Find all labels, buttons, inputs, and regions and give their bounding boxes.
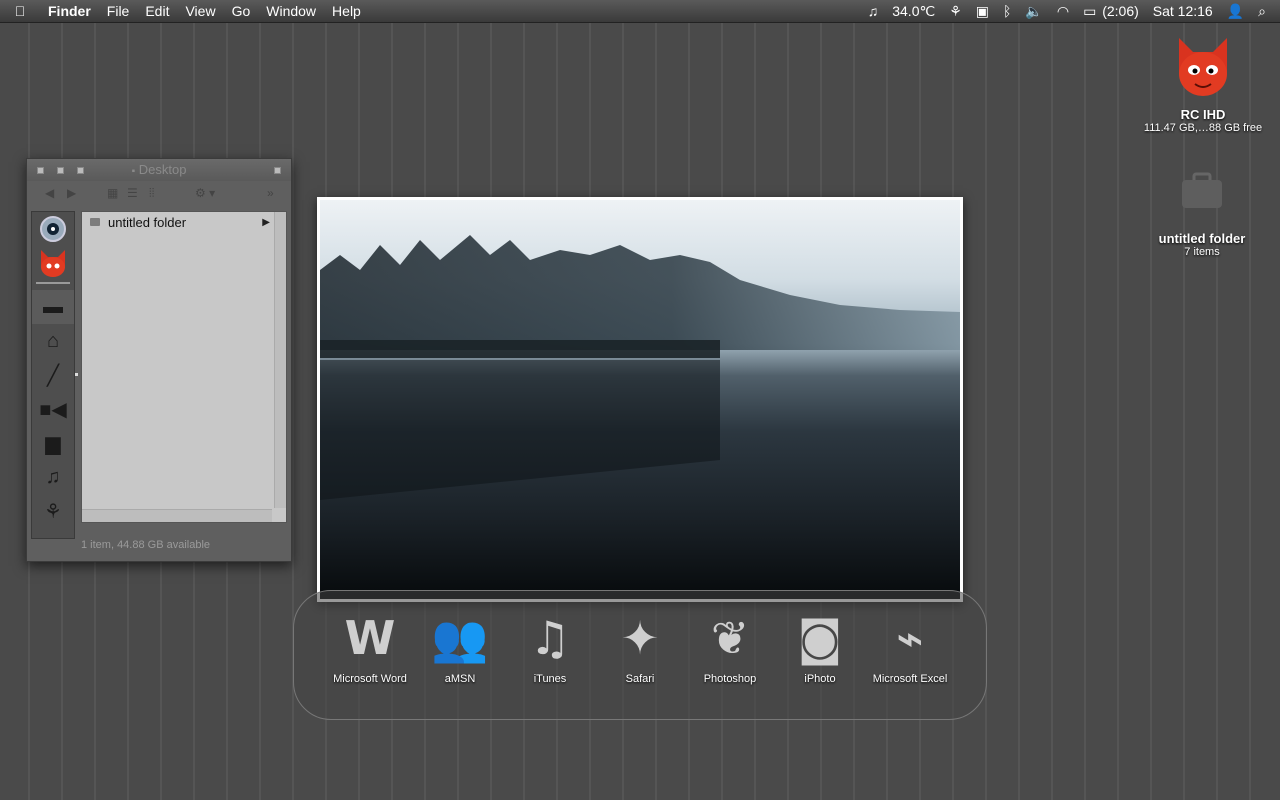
menu-file[interactable]: File <box>99 0 138 22</box>
sidebar-item-applications[interactable]: ╱ <box>32 358 74 392</box>
display-icon[interactable]: ▣ <box>969 0 996 22</box>
dock: W Microsoft Word 👥 aMSN ♫ iTunes ✦ Safar… <box>293 590 987 720</box>
iphoto-camera-icon: ◙ <box>797 611 843 665</box>
folder-icon: ▪ <box>131 166 136 177</box>
eye-disk-icon <box>40 216 66 242</box>
music-icon[interactable]: ♫ <box>861 0 886 22</box>
briefcase-icon <box>1182 172 1222 208</box>
menu-view[interactable]: View <box>177 0 223 22</box>
red-cat-icon <box>41 250 65 277</box>
dock-item-itunes[interactable]: ♫ iTunes <box>510 603 590 686</box>
menu-help[interactable]: Help <box>324 0 369 22</box>
music-note-icon: ♫ <box>45 465 61 488</box>
battery-indicator[interactable]: ▭ (2:06) <box>1076 0 1146 22</box>
spotlight-search-icon[interactable]: ⌕ <box>1251 0 1280 22</box>
dock-item-microsoft-excel[interactable]: ⌁ Microsoft Excel <box>870 603 950 686</box>
video-camera-icon: ■◀ <box>39 398 67 421</box>
finder-status-text: 1 item, 44.88 GB available <box>81 539 211 551</box>
bluetooth-icon[interactable]: ᛒ <box>996 0 1018 22</box>
dock-item-photoshop[interactable]: ❦ Photoshop <box>690 603 770 686</box>
red-cat-icon <box>1179 38 1227 96</box>
wifi-icon[interactable]: ◠ <box>1050 0 1076 22</box>
briefcase-icon: ▆ <box>45 432 61 455</box>
tree-silhouettes <box>320 235 960 500</box>
column-view-icon[interactable]: ⦙⦙ <box>149 186 154 201</box>
menu-go[interactable]: Go <box>224 0 259 22</box>
window-title: ▪ Desktop <box>27 162 291 177</box>
file-name: untitled folder <box>108 214 187 230</box>
volume-icon[interactable]: 🔈 <box>1018 0 1049 22</box>
disclosure-arrow-icon[interactable]: ▶ <box>262 217 270 228</box>
tulip-icon[interactable]: ⚘ <box>942 0 969 22</box>
menu-finder[interactable]: Finder <box>40 0 99 22</box>
safari-compass-icon: ✦ <box>620 611 660 665</box>
overflow-chevron-icon[interactable]: » <box>267 186 274 200</box>
menu-window[interactable]: Window <box>258 0 324 22</box>
window-title-text: Desktop <box>138 162 187 177</box>
toolbar-toggle-button[interactable] <box>274 167 281 174</box>
finder-sidebar: ▬ ⌂ ╱ ■◀ ▆ ♫ ⚘ <box>31 211 75 539</box>
menu-extras: ♫ 34.0℃ ⚘ ▣ ᛒ 🔈 ◠ ▭ (2:06) Sat 12:16 👤 ⌕ <box>861 0 1280 22</box>
dock-item-microsoft-word[interactable]: W Microsoft Word <box>330 603 410 686</box>
folder-icon <box>90 218 100 226</box>
tulip-icon: ⚘ <box>44 500 62 523</box>
menu-bar:  Finder File Edit View Go Window Help ♫… <box>0 0 1280 23</box>
home-icon: ⌂ <box>46 329 60 352</box>
itunes-music-note-icon: ♫ <box>529 611 571 665</box>
hard-drive-desktop-icon[interactable]: RC IHD 111.47 GB,…88 GB free <box>1140 34 1266 134</box>
dock-label: Microsoft Excel <box>872 673 948 685</box>
sidebar-item-pictures[interactable]: ⚘ <box>32 494 74 528</box>
desktop-icon: ▬ <box>43 295 63 318</box>
battery-icon: ▭ <box>1083 3 1097 19</box>
amsn-buddies-icon: 👥 <box>431 610 489 665</box>
microsoft-excel-icon: ⌁ <box>896 611 924 665</box>
microsoft-word-icon: W <box>344 611 396 665</box>
battery-time: (2:06) <box>1102 3 1139 19</box>
icon-view-icon[interactable]: ▦ <box>107 186 118 200</box>
dock-label: Safari <box>625 673 655 685</box>
hard-drive-label: RC IHD <box>1180 107 1226 122</box>
finder-file-list: untitled folder ▶ <box>81 211 287 523</box>
finder-toolbar: ◀ ▶ ▦ ☰ ⦙⦙ ⚙ ▾ » <box>27 181 291 207</box>
list-view-icon[interactable]: ☰ <box>127 186 138 200</box>
photoshop-feather-icon: ❦ <box>710 611 750 665</box>
foggy-lake-photo <box>320 200 960 599</box>
folder-label: untitled folder <box>1158 231 1246 246</box>
dock-label: Microsoft Word <box>333 673 407 685</box>
photo-frame <box>317 197 963 602</box>
menu-edit[interactable]: Edit <box>137 0 177 22</box>
vertical-scrollbar[interactable] <box>274 212 286 508</box>
dock-item-amsn[interactable]: 👥 aMSN <box>420 603 500 686</box>
user-icon[interactable]: 👤 <box>1220 0 1251 22</box>
clock[interactable]: Sat 12:16 <box>1146 0 1220 22</box>
list-item[interactable]: untitled folder ▶ <box>82 212 286 232</box>
back-arrow-icon[interactable]: ◀ <box>45 186 54 200</box>
hard-drive-info: 111.47 GB,…88 GB free <box>1143 122 1263 134</box>
dock-label: aMSN <box>444 673 476 685</box>
sidebar-item-disk[interactable] <box>32 212 74 246</box>
horizontal-scrollbar[interactable] <box>82 509 272 522</box>
folder-item-count: 7 items <box>1184 246 1220 258</box>
finder-titlebar[interactable]: ▪ Desktop <box>27 159 291 181</box>
temperature-readout[interactable]: 34.0℃ <box>885 0 942 22</box>
sidebar-item-movies[interactable]: ■◀ <box>32 392 74 426</box>
sidebar-item-hard-drive[interactable] <box>32 246 74 280</box>
dock-label: Photoshop <box>703 673 757 685</box>
sidebar-resize-handle[interactable] <box>75 373 78 376</box>
sidebar-item-documents[interactable]: ▆ <box>32 426 74 460</box>
action-gear-icon[interactable]: ⚙ ▾ <box>195 186 215 200</box>
sidebar-item-music[interactable]: ♫ <box>32 460 74 494</box>
dock-item-safari[interactable]: ✦ Safari <box>600 603 680 686</box>
sidebar-item-desktop[interactable]: ▬ <box>32 290 74 324</box>
apple-menu-icon[interactable]:  <box>0 3 40 19</box>
pencil-icon: ╱ <box>46 364 60 387</box>
untitled-folder-desktop-icon[interactable]: untitled folder 7 items <box>1140 170 1264 258</box>
dock-item-iphoto[interactable]: ◙ iPhoto <box>780 603 860 686</box>
finder-window: ▪ Desktop ◀ ▶ ▦ ☰ ⦙⦙ ⚙ ▾ » ▬ ⌂ ╱ ■◀ ▆ ♫ … <box>26 158 292 562</box>
dock-label: iTunes <box>533 673 567 685</box>
sidebar-item-home[interactable]: ⌂ <box>32 324 74 358</box>
forward-arrow-icon[interactable]: ▶ <box>67 186 76 200</box>
sidebar-separator <box>36 282 70 284</box>
dock-label: iPhoto <box>804 673 836 685</box>
